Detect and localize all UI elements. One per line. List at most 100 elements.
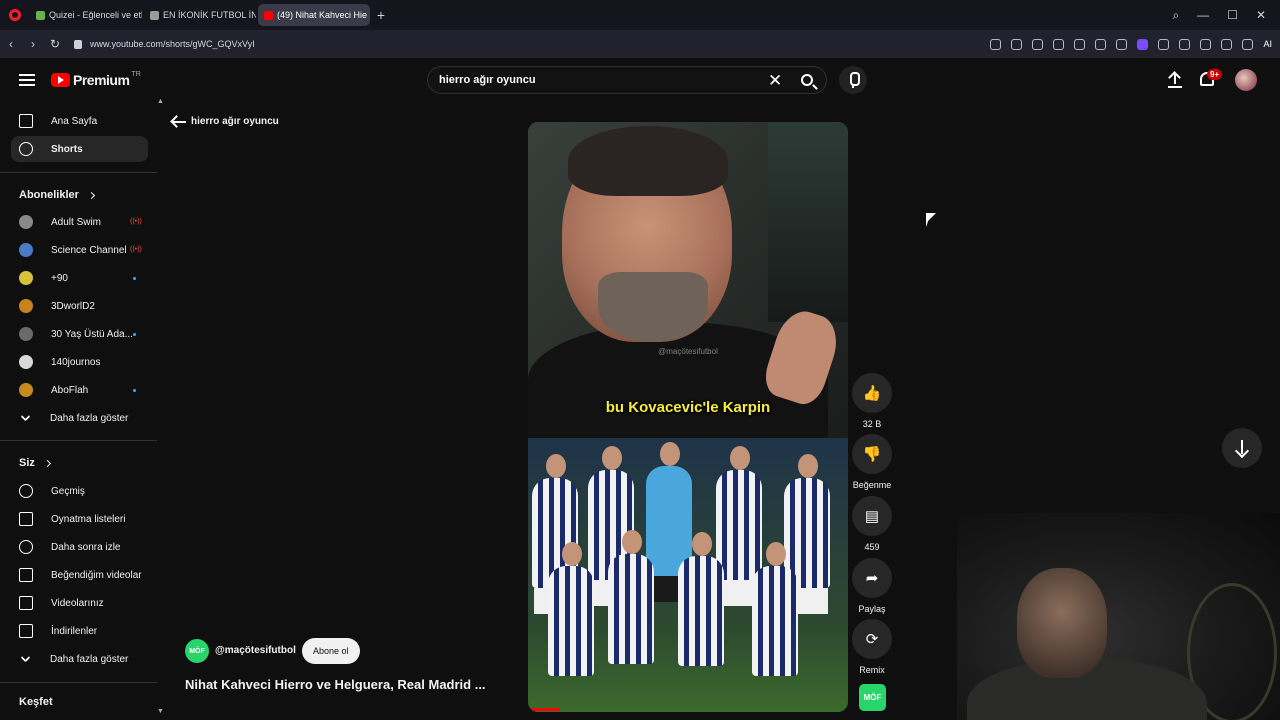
- next-short-button[interactable]: [1222, 428, 1262, 468]
- sidebar-item-140journos[interactable]: 140journos: [11, 349, 148, 375]
- sidebar-scroll-up-icon[interactable]: ▲: [157, 98, 164, 105]
- sidebar-item-3dworld2[interactable]: 3DworlD2: [11, 293, 148, 319]
- sidebar-item-shorts[interactable]: Shorts: [11, 136, 148, 162]
- tab-favicon-icon: [36, 10, 45, 20]
- shorts-video-player[interactable]: @maçötesifutbol bu Kovacevic'le Karpin: [528, 122, 848, 712]
- youtube-play-icon: [51, 73, 70, 87]
- youtube-header: Premium TR ✕ 9+: [0, 58, 1280, 104]
- webcam-overlay: [957, 513, 1280, 720]
- remix-button[interactable]: ⟳ Remix: [852, 619, 892, 675]
- opera-logo-icon[interactable]: [0, 0, 30, 30]
- you-heading[interactable]: Siz: [19, 457, 51, 469]
- comments-button[interactable]: ▤ 459: [852, 496, 892, 552]
- sidebar-scroll-down-icon[interactable]: ▼: [157, 708, 164, 715]
- sidebar-item-liked-videos[interactable]: Beğendiğim videolar: [11, 562, 148, 588]
- sidebar-item-label: Science Channel: [51, 244, 127, 256]
- divider: [0, 172, 157, 173]
- video-title[interactable]: Nihat Kahveci Hierro ve Helguera, Real M…: [185, 677, 486, 692]
- live-indicator-icon: ((•)): [130, 246, 142, 253]
- sidebar-item-your-videos[interactable]: Videolarınız: [11, 590, 148, 616]
- sidebar-item-adult-swim[interactable]: Adult Swim: [11, 209, 148, 235]
- extension-3-icon[interactable]: [1200, 38, 1212, 50]
- channel-name[interactable]: @maçötesifutbol: [215, 645, 296, 656]
- close-window-icon[interactable]: ✕: [1256, 8, 1266, 22]
- sidebar-item-label: Videolarınız: [51, 597, 104, 609]
- back-to-search[interactable]: hierro ağır oyuncu: [172, 116, 279, 127]
- sidebar-item-label: Daha fazla göster: [50, 653, 129, 665]
- sidebar-item-label: Adult Swim: [51, 216, 102, 228]
- logo-country: TR: [131, 70, 141, 78]
- upload-icon[interactable]: [1168, 72, 1182, 88]
- sidebar-item-30-yas[interactable]: 30 Yaş Üstü Ada...: [11, 321, 148, 347]
- shield-icon[interactable]: [1032, 38, 1044, 50]
- extension-1-icon[interactable]: [1158, 38, 1170, 50]
- dislike-button[interactable]: 👎 Beğenme: [852, 434, 892, 490]
- sidebar-item-downloads[interactable]: İndirilenler: [11, 618, 148, 644]
- search-input[interactable]: [439, 74, 739, 86]
- watch-later-icon: [19, 540, 33, 554]
- video-progress-bar[interactable]: [532, 708, 560, 711]
- sidebar-item-home[interactable]: Ana Sayfa: [11, 108, 148, 134]
- heart-icon[interactable]: [1074, 38, 1086, 50]
- share-arrow-icon: ➦: [852, 558, 892, 598]
- player-figure: [752, 542, 798, 676]
- extension-5-icon[interactable]: [1242, 38, 1254, 50]
- ai-button[interactable]: AI: [1263, 39, 1272, 50]
- chevron-down-icon: [20, 411, 31, 421]
- sidebar-item-plus90[interactable]: +90: [11, 265, 148, 291]
- edit-icon[interactable]: [990, 38, 1002, 50]
- url-field[interactable]: www.youtube.com/shorts/gWC_GQVxVyI: [90, 39, 255, 49]
- profile-icon[interactable]: [1137, 38, 1149, 50]
- sidebar-item-watch-later[interactable]: Daha sonra izle: [11, 534, 148, 560]
- channel-avatar[interactable]: MÖF: [185, 639, 209, 663]
- account-avatar[interactable]: [1235, 69, 1257, 91]
- back-icon[interactable]: ‹: [0, 37, 22, 51]
- tab-favicon-icon: [150, 10, 159, 20]
- your-videos-icon: [19, 596, 33, 610]
- voice-search-icon[interactable]: [839, 66, 867, 94]
- tab-label: Quizei - Eğlenceli ve etkile: [49, 10, 142, 20]
- thumbs-up-icon: 👍: [852, 373, 892, 413]
- sidebar-item-label: +90: [51, 272, 68, 284]
- youtube-premium-logo[interactable]: Premium TR: [51, 70, 141, 88]
- menu-hamburger-icon[interactable]: [19, 74, 35, 86]
- player-figure: [608, 530, 654, 664]
- menu-icon[interactable]: [1116, 38, 1128, 50]
- arrow-left-icon: [172, 120, 186, 123]
- browser-tab-youtube[interactable]: (49) Nihat Kahveci Hie: [258, 4, 370, 26]
- extension-4-icon[interactable]: [1221, 38, 1233, 50]
- clear-search-icon[interactable]: ✕: [768, 71, 782, 91]
- new-tab-button[interactable]: +: [372, 6, 390, 24]
- browser-search-icon[interactable]: ⌕: [1172, 8, 1179, 23]
- explore-title: Keşfet: [19, 696, 53, 708]
- extension-2-icon[interactable]: [1179, 38, 1191, 50]
- channel-thumbnail[interactable]: MÖF: [859, 684, 886, 711]
- sidebar-item-science-channel[interactable]: Science Channel: [11, 237, 148, 263]
- download-icon[interactable]: [1095, 38, 1107, 50]
- sidebar-item-playlists[interactable]: Oynatma listeleri: [11, 506, 148, 532]
- maximize-icon[interactable]: ☐: [1227, 8, 1238, 22]
- sidebar-item-label: Daha sonra izle: [51, 541, 121, 553]
- sidebar-item-history[interactable]: Geçmiş: [11, 478, 148, 504]
- reload-icon[interactable]: ↻: [44, 37, 66, 51]
- share-button[interactable]: ➦ Paylaş: [852, 558, 892, 614]
- minimize-icon[interactable]: —: [1197, 8, 1209, 22]
- sidebar-show-more-you[interactable]: Daha fazla göster: [11, 646, 148, 672]
- camera-icon[interactable]: [1011, 38, 1023, 50]
- forward-icon[interactable]: ›: [22, 37, 44, 51]
- play-icon[interactable]: [1053, 38, 1065, 50]
- search-icon[interactable]: [801, 74, 813, 86]
- share-label: Paylaş: [858, 604, 886, 614]
- sidebar-item-label: AboFlah: [51, 384, 89, 396]
- mouse-cursor-icon: [926, 213, 936, 227]
- browser-tab-futbol[interactable]: EN İKONİK FUTBOL İNTİKA: [144, 4, 256, 26]
- browser-tab-quizei[interactable]: Quizei - Eğlenceli ve etkile: [30, 4, 142, 26]
- sidebar-show-more-subscriptions[interactable]: Daha fazla göster: [11, 405, 148, 431]
- window-controls: ⌕ — ☐ ✕: [1172, 8, 1280, 23]
- explore-heading[interactable]: Keşfet: [19, 696, 53, 708]
- like-button[interactable]: 👍 32 B: [852, 373, 892, 429]
- subscribe-button[interactable]: Abone ol: [302, 638, 360, 664]
- subscriptions-heading[interactable]: Abonelikler: [19, 189, 95, 201]
- sidebar-item-aboflah[interactable]: AboFlah: [11, 377, 148, 403]
- remix-label: Remix: [859, 665, 885, 675]
